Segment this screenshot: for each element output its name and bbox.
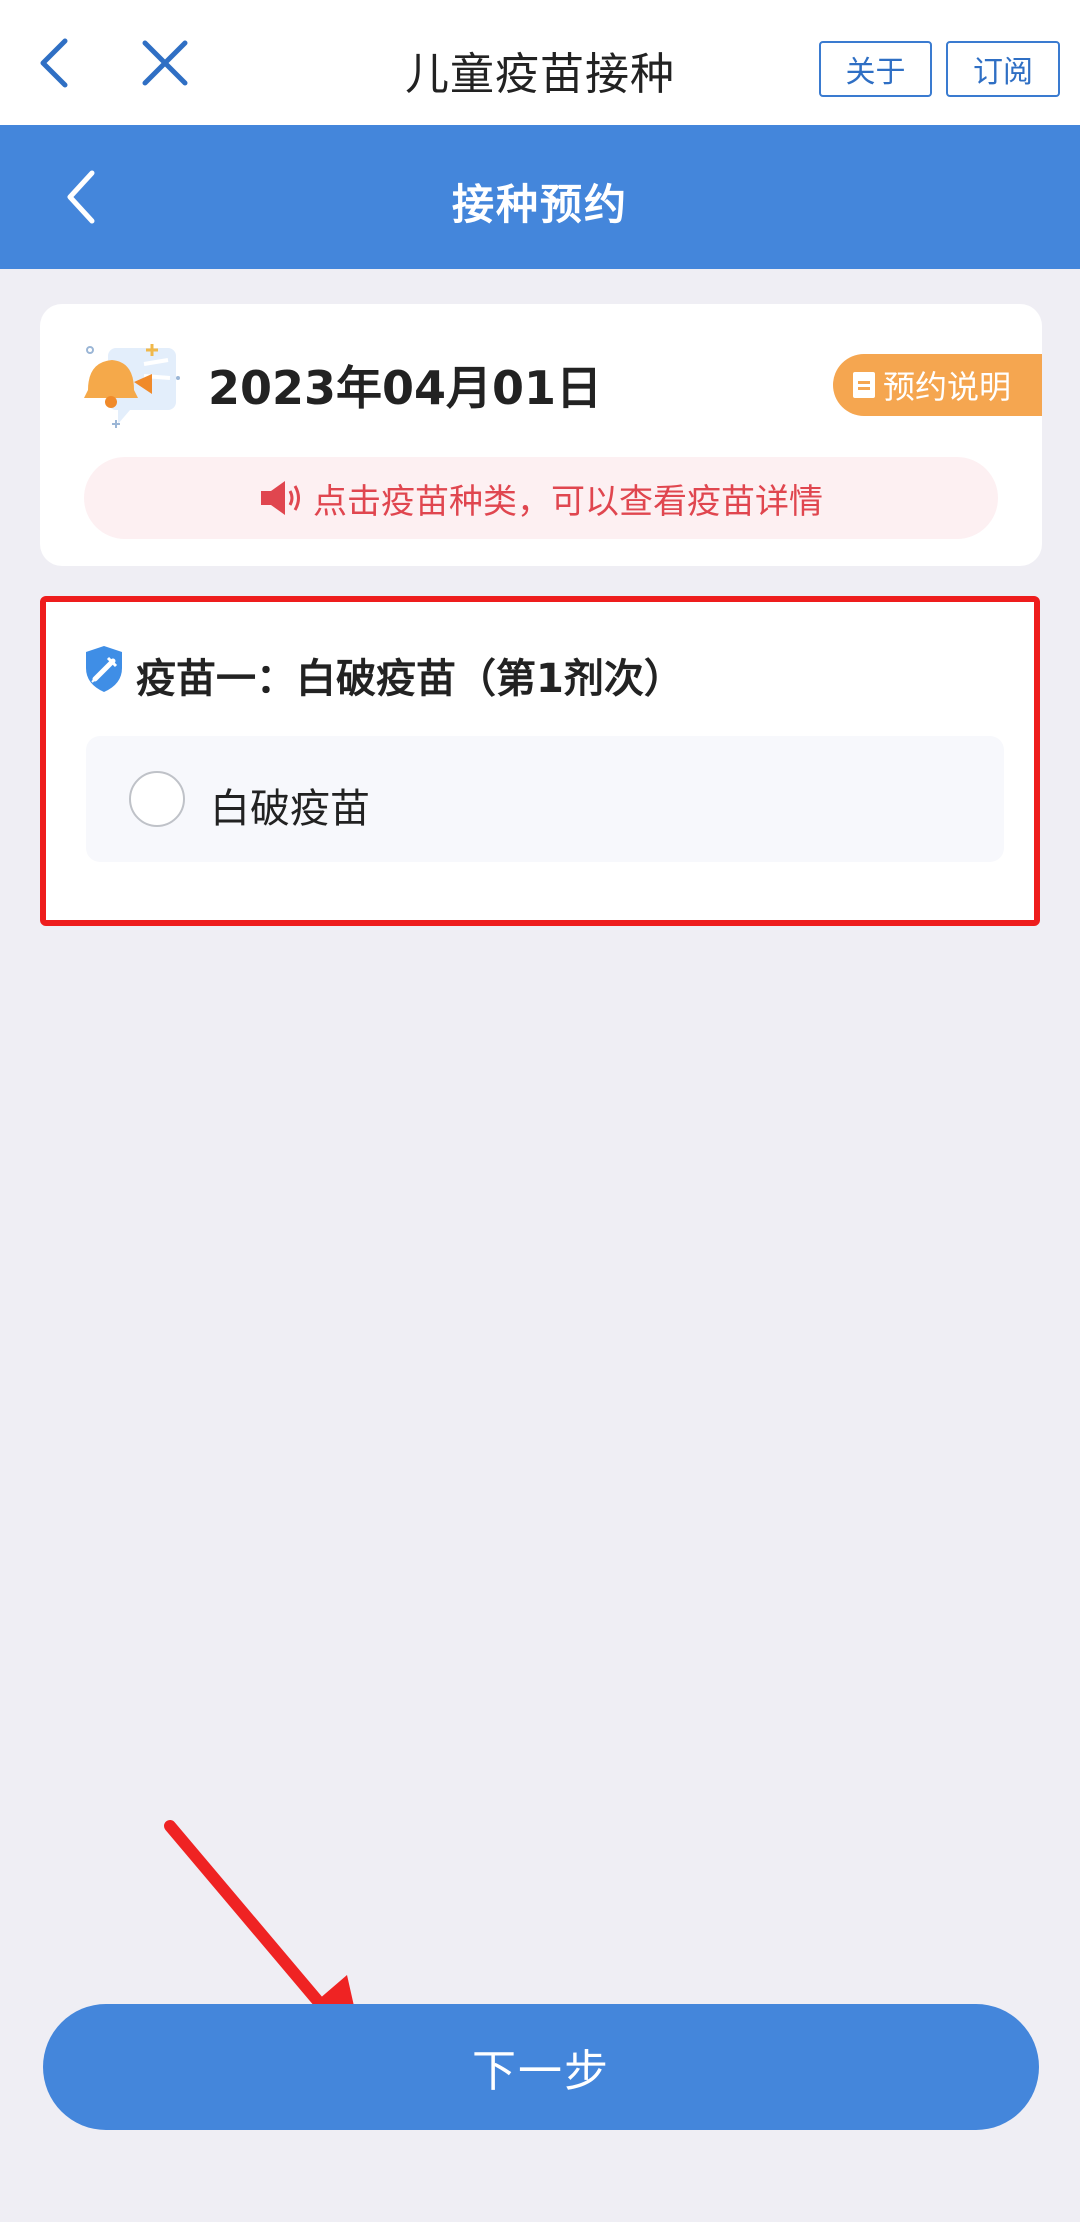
vaccine-radio-button[interactable] [129, 771, 185, 827]
top-bar: 儿童疫苗接种 关于 订阅 [0, 0, 1080, 125]
subscribe-button[interactable]: 订阅 [946, 41, 1060, 97]
vaccine-title: 疫苗一：白破疫苗（第1剂次） [136, 656, 684, 702]
notice-banner: 点击疫苗种类，可以查看疫苗详情 [84, 457, 998, 539]
bell-icon [84, 344, 180, 428]
document-icon [853, 372, 875, 398]
appointment-date: 2023年04月01日 [208, 361, 603, 415]
next-step-button[interactable]: 下一步 [43, 2004, 1039, 2130]
appointment-info-card: 2023年04月01日 预约说明 点击疫苗种类，可以查看疫苗详情 [40, 304, 1042, 566]
about-button[interactable]: 关于 [819, 41, 932, 97]
appointment-guide-label: 预约说明 [883, 368, 1012, 406]
vaccine-option-label: 白破疫苗 [210, 786, 370, 832]
page-header: 接种预约 [0, 125, 1080, 269]
shield-syringe-icon [86, 646, 122, 692]
vaccine-option[interactable]: 白破疫苗 [86, 736, 1004, 862]
appointment-guide-button[interactable]: 预约说明 [833, 354, 1042, 416]
speaker-icon [259, 479, 303, 517]
notice-text: 点击疫苗种类，可以查看疫苗详情 [313, 481, 823, 522]
vaccine-selection-card: 疫苗一：白破疫苗（第1剂次） 白破疫苗 [40, 596, 1040, 926]
page-title: 接种预约 [451, 180, 628, 229]
